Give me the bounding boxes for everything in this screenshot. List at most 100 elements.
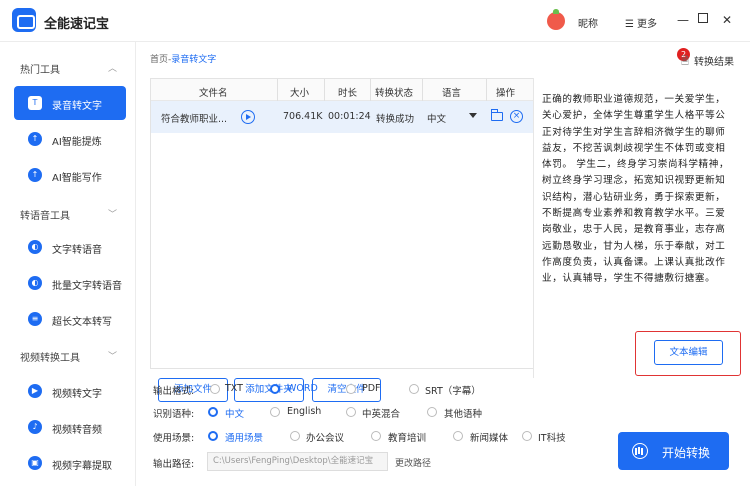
- app-title: 全能速记宝: [44, 17, 110, 32]
- radio-chinese[interactable]: [208, 407, 218, 417]
- radio-other-language[interactable]: [427, 407, 437, 417]
- more-menu-button[interactable]: ☰ 更多: [625, 15, 657, 30]
- sidebar-item-video-to-audio[interactable]: ♪ 视频转音频: [14, 410, 126, 444]
- sidebar-item-label: 文字转语音: [52, 245, 102, 256]
- sidebar-item-ai-extract[interactable]: ↑ AI智能提炼: [14, 122, 126, 156]
- chevron-up-icon[interactable]: ︿: [108, 61, 117, 74]
- column-divider: [486, 79, 487, 101]
- more-label: 更多: [636, 19, 657, 30]
- file-size: 706.41K: [283, 111, 323, 122]
- output-format-label: 输出格式:: [153, 386, 195, 397]
- column-divider: [422, 79, 423, 101]
- start-conversion-button[interactable]: 开始转换: [618, 432, 729, 470]
- breadcrumb-home[interactable]: 首页: [150, 55, 168, 65]
- subtitle-icon: ▣: [28, 456, 42, 470]
- sidebar-item-ai-write[interactable]: ↑ AI智能写作: [14, 158, 126, 192]
- sidebar-item-label: 视频字幕提取: [52, 461, 112, 472]
- file-duration: 00:01:24: [328, 111, 371, 122]
- sidebar: 热门工具 ︿ T 录音转文字 ↑ AI智能提炼 ↑ AI智能写作 转语音工具 ﹀ ◐ 文…: [0, 42, 136, 486]
- play-icon[interactable]: [241, 110, 255, 124]
- language-select[interactable]: 中文: [427, 111, 446, 125]
- scene-option-education[interactable]: 教育培训: [388, 430, 426, 444]
- format-option-pdf[interactable]: PDF: [362, 383, 381, 394]
- long-text-icon: ≡: [28, 312, 42, 326]
- breadcrumb-current: 录音转文字: [171, 55, 217, 65]
- language-option-chinese[interactable]: 中文: [225, 406, 244, 420]
- format-option-srt[interactable]: SRT（字幕）: [425, 383, 481, 397]
- sidebar-item-label: 批量文字转语音: [52, 281, 122, 292]
- conversion-results-button[interactable]: 2 🗎 转换结果: [677, 48, 747, 68]
- radio-it-tech[interactable]: [522, 431, 532, 441]
- usage-scene-label: 使用场景:: [153, 433, 195, 444]
- language-option-english[interactable]: English: [287, 406, 321, 417]
- text-edit-button[interactable]: 文本编辑: [654, 340, 723, 365]
- header-duration: 时长: [338, 88, 358, 99]
- transcript-text[interactable]: 正确的教师职业道德规范，一关爱学生，关心爱护，全体学生尊重学生人格平等公正对待学…: [542, 92, 730, 288]
- menu-icon: ☰: [625, 19, 634, 30]
- close-icon[interactable]: ✕: [722, 14, 732, 26]
- file-name: 符合教师职业...: [161, 114, 228, 125]
- scene-option-news[interactable]: 新闻媒体: [470, 430, 508, 444]
- language-option-mixed[interactable]: 中英混合: [362, 406, 400, 420]
- header-status: 转换状态: [375, 88, 414, 99]
- batch-speech-icon: ◐: [28, 276, 42, 290]
- section-title-video-tools: 视频转换工具: [20, 353, 80, 364]
- conversion-status: 转换成功: [376, 114, 415, 125]
- sidebar-item-audio-to-text[interactable]: T 录音转文字: [14, 86, 126, 120]
- avatar[interactable]: [547, 9, 565, 30]
- header-actions: 操作: [496, 88, 516, 99]
- radio-word[interactable]: [270, 384, 280, 394]
- section-title-speech-tools: 转语音工具: [20, 211, 70, 222]
- sidebar-item-long-text[interactable]: ≡ 超长文本转写: [14, 302, 126, 336]
- radio-general-scene[interactable]: [208, 431, 218, 441]
- column-divider: [370, 79, 371, 101]
- radio-english[interactable]: [270, 407, 280, 417]
- sidebar-item-batch-text-to-speech[interactable]: ◐ 批量文字转语音: [14, 266, 126, 300]
- radio-pdf[interactable]: [346, 384, 356, 394]
- radio-education[interactable]: [371, 431, 381, 441]
- caret-down-icon[interactable]: [469, 113, 477, 118]
- sidebar-item-subtitle-extract[interactable]: ▣ 视频字幕提取: [14, 446, 126, 480]
- file-list: 文件名 大小 时长 转换状态 语言 操作 符合教师职业... 706.41K 0…: [150, 78, 538, 402]
- sidebar-item-text-to-speech[interactable]: ◐ 文字转语音: [14, 230, 126, 264]
- sidebar-item-video-to-text[interactable]: ▶ 视频转文字: [14, 374, 126, 408]
- header-filename: 文件名: [199, 88, 228, 99]
- change-path-link[interactable]: 更改路径: [395, 456, 431, 469]
- output-path-label: 输出路径:: [153, 459, 195, 470]
- scene-option-office[interactable]: 办公会议: [306, 430, 344, 444]
- chevron-down-icon[interactable]: ﹀: [108, 207, 117, 220]
- minimize-icon[interactable]: —: [677, 14, 689, 26]
- table-header: 文件名 大小 时长 转换状态 语言 操作: [151, 79, 537, 101]
- audio-file-icon: T: [28, 96, 42, 110]
- ai-extract-icon: ↑: [28, 132, 42, 146]
- header-language: 语言: [442, 88, 462, 99]
- delete-icon[interactable]: ×: [510, 110, 523, 123]
- chevron-down-icon[interactable]: ﹀: [108, 349, 117, 362]
- sidebar-item-label: 超长文本转写: [52, 317, 112, 328]
- maximize-icon[interactable]: [698, 13, 708, 23]
- table-row[interactable]: 符合教师职业... 706.41K 00:01:24 转换成功 中文 ×: [151, 101, 537, 133]
- format-option-word[interactable]: WORD: [287, 383, 318, 394]
- output-path-field[interactable]: C:\Users\FengPing\Desktop\全能速记宝: [207, 452, 388, 471]
- breadcrumb: 首页-录音转文字: [150, 52, 216, 65]
- sidebar-item-label: 视频转文字: [52, 389, 102, 400]
- language-option-other[interactable]: 其他语种: [444, 406, 482, 420]
- sidebar-item-label: AI智能写作: [52, 173, 102, 184]
- app-logo-icon: [12, 8, 36, 32]
- scene-option-general[interactable]: 通用场景: [225, 430, 263, 444]
- radio-office-meeting[interactable]: [290, 431, 300, 441]
- document-icon: 🗎: [681, 56, 690, 67]
- radio-news-media[interactable]: [453, 431, 463, 441]
- username[interactable]: 昵称: [578, 15, 598, 30]
- results-label: 转换结果: [694, 57, 734, 68]
- radio-mixed[interactable]: [346, 407, 356, 417]
- folder-icon[interactable]: [491, 109, 503, 121]
- format-option-txt[interactable]: TXT: [225, 383, 243, 394]
- scene-option-it[interactable]: IT科技: [538, 430, 566, 444]
- radio-txt[interactable]: [210, 384, 220, 394]
- radio-srt[interactable]: [409, 384, 419, 394]
- sidebar-item-label: 录音转文字: [52, 101, 102, 112]
- header-size: 大小: [290, 88, 310, 99]
- title-bar: 全能速记宝 昵称 ☰ 更多 — ✕: [0, 0, 750, 42]
- sidebar-item-label: AI智能提炼: [52, 137, 102, 148]
